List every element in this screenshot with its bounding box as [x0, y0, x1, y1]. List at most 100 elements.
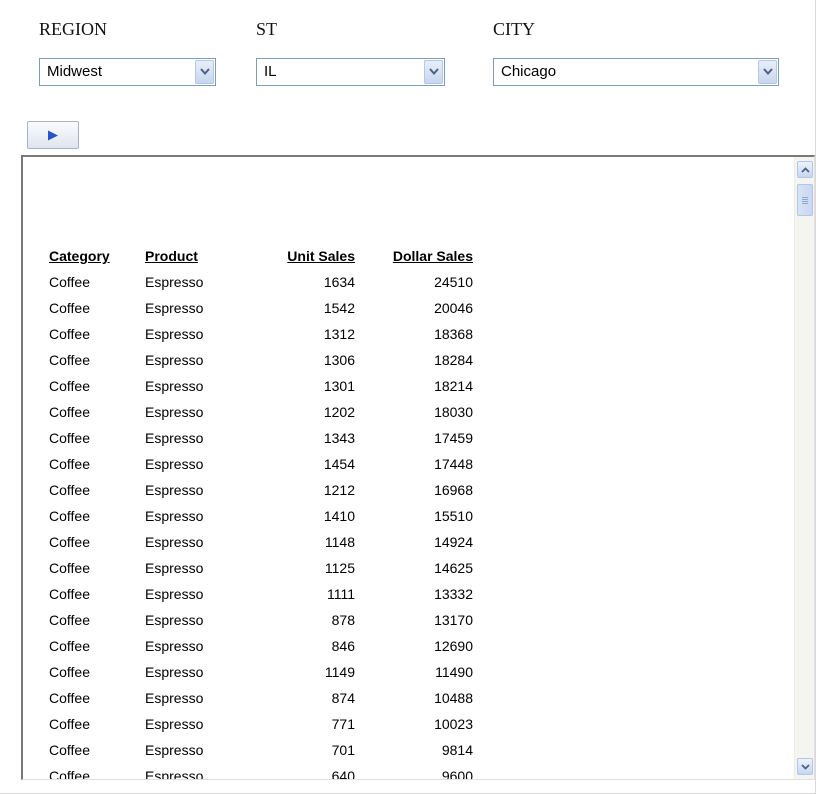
- cell-unit-sales: 1149: [324, 664, 355, 680]
- cell-unit-sales: 1410: [323, 508, 355, 524]
- scroll-up-button[interactable]: [797, 161, 813, 178]
- cell-dollar-sales: 14625: [434, 560, 473, 576]
- report-table-body: Coffee Espresso 1634 24510 Coffee Espresso 154…: [49, 269, 473, 780]
- cell-dollar-sales: 18214: [434, 378, 473, 394]
- play-icon: [48, 130, 58, 141]
- cell-category: Coffee: [49, 352, 90, 368]
- table-row: Coffee Espresso 1148 14924: [49, 529, 473, 555]
- city-select-value: Chicago: [501, 63, 557, 80]
- table-row: Coffee Espresso 1410 15510: [49, 503, 473, 529]
- cell-dollar-sales: 12690: [434, 638, 473, 654]
- cell-product: Espresso: [145, 404, 204, 420]
- cell-product: Espresso: [145, 482, 204, 498]
- state-label: ST: [256, 19, 278, 39]
- cell-unit-sales: 846: [331, 638, 355, 654]
- cell-category: Coffee: [49, 534, 90, 550]
- cell-dollar-sales: 18030: [434, 404, 473, 420]
- cell-dollar-sales: 11490: [435, 664, 473, 680]
- cell-product: Espresso: [145, 664, 204, 680]
- run-button[interactable]: [27, 121, 79, 149]
- table-row: Coffee Espresso 701 9814: [49, 737, 473, 763]
- cell-dollar-sales: 9814: [441, 742, 473, 758]
- cell-product: Espresso: [145, 430, 204, 446]
- cell-category: Coffee: [49, 482, 90, 498]
- cell-category: Coffee: [49, 326, 90, 342]
- cell-unit-sales: 1312: [323, 326, 355, 342]
- city-select[interactable]: Chicago: [493, 58, 779, 86]
- cell-dollar-sales: 13170: [434, 612, 473, 628]
- chevron-down-icon[interactable]: [424, 60, 443, 84]
- grip-line: [802, 201, 808, 202]
- report-panel: Category Product Unit Sales Dollar Sales…: [21, 155, 815, 780]
- table-row: Coffee Espresso 846 12690: [49, 633, 473, 659]
- cell-unit-sales: 1542: [323, 300, 355, 316]
- cell-product: Espresso: [145, 742, 204, 758]
- cell-dollar-sales: 10488: [434, 690, 473, 706]
- cell-unit-sales: 1306: [323, 352, 355, 368]
- cell-unit-sales: 1212: [323, 482, 355, 498]
- table-row: Coffee Espresso 1212 16968: [49, 477, 473, 503]
- scroll-thumb[interactable]: [797, 184, 813, 216]
- cell-product: Espresso: [145, 352, 204, 368]
- table-row: Coffee Espresso 1149 11490: [49, 659, 473, 685]
- cell-category: Coffee: [49, 716, 90, 732]
- cell-unit-sales: 878: [331, 612, 355, 628]
- cell-product: Espresso: [145, 768, 204, 780]
- column-header-unit-sales: Unit Sales: [287, 248, 355, 264]
- region-select[interactable]: Midwest: [39, 58, 216, 86]
- cell-unit-sales: 1634: [323, 274, 355, 290]
- table-row: Coffee Espresso 1312 18368: [49, 321, 473, 347]
- cell-dollar-sales: 18284: [434, 352, 473, 368]
- city-label: CITY: [493, 19, 535, 39]
- report-table: Category Product Unit Sales Dollar Sales…: [49, 243, 473, 780]
- state-select[interactable]: IL: [256, 58, 445, 86]
- grip-line: [802, 199, 808, 200]
- vertical-scrollbar[interactable]: [794, 157, 814, 779]
- table-row: Coffee Espresso 1125 14625: [49, 555, 473, 581]
- chevron-down-icon[interactable]: [758, 60, 777, 84]
- cell-category: Coffee: [49, 612, 90, 628]
- table-row: Coffee Espresso 1306 18284: [49, 347, 473, 373]
- cell-category: Coffee: [49, 664, 90, 680]
- cell-category: Coffee: [49, 456, 90, 472]
- cell-unit-sales: 1454: [323, 456, 355, 472]
- cell-product: Espresso: [145, 274, 204, 290]
- region-select-value: Midwest: [47, 63, 103, 80]
- cell-dollar-sales: 15510: [434, 508, 473, 524]
- table-row: Coffee Espresso 878 13170: [49, 607, 473, 633]
- cell-product: Espresso: [145, 534, 204, 550]
- cell-dollar-sales: 14924: [434, 534, 473, 550]
- scroll-down-button[interactable]: [797, 758, 813, 775]
- cell-product: Espresso: [145, 456, 204, 472]
- cell-product: Espresso: [145, 638, 204, 654]
- cell-product: Espresso: [145, 716, 204, 732]
- state-select-value: IL: [264, 63, 277, 80]
- cell-unit-sales: 1301: [323, 378, 355, 394]
- table-row: Coffee Espresso 1301 18214: [49, 373, 473, 399]
- cell-dollar-sales: 20046: [434, 300, 473, 316]
- chevron-down-icon[interactable]: [195, 60, 214, 84]
- cell-product: Espresso: [145, 560, 204, 576]
- cell-category: Coffee: [49, 274, 90, 290]
- column-header-category: Category: [49, 248, 110, 264]
- cell-product: Espresso: [145, 586, 204, 602]
- cell-unit-sales: 1148: [324, 534, 355, 550]
- cell-dollar-sales: 17459: [434, 430, 473, 446]
- cell-unit-sales: 1125: [324, 560, 355, 576]
- cell-category: Coffee: [49, 638, 90, 654]
- grip-line: [802, 203, 808, 204]
- cell-dollar-sales: 9600: [441, 768, 473, 780]
- cell-dollar-sales: 16968: [434, 482, 473, 498]
- column-header-dollar-sales: Dollar Sales: [392, 248, 473, 264]
- cell-product: Espresso: [145, 326, 204, 342]
- grip-line: [802, 197, 808, 198]
- cell-category: Coffee: [49, 742, 90, 758]
- cell-unit-sales: 701: [331, 742, 355, 758]
- table-row: Coffee Espresso 1202 18030: [49, 399, 473, 425]
- cell-product: Espresso: [145, 508, 204, 524]
- cell-unit-sales: 640: [331, 768, 355, 780]
- cell-dollar-sales: 24510: [434, 274, 473, 290]
- cell-category: Coffee: [49, 430, 90, 446]
- cell-unit-sales: 874: [331, 690, 355, 706]
- cell-category: Coffee: [49, 300, 90, 316]
